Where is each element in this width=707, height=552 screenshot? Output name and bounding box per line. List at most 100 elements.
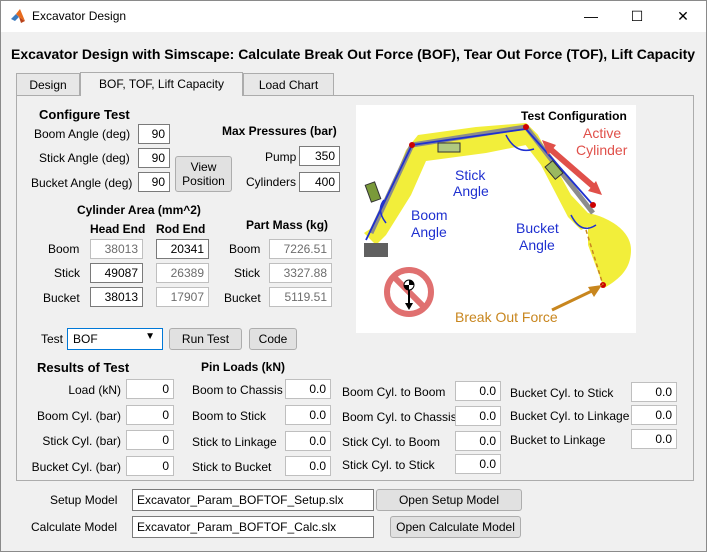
open-calculate-model-button[interactable]: Open Calculate Model: [390, 516, 521, 538]
result-label-boom-cyl: Boom Cyl. (bar): [36, 409, 121, 423]
bucket-angle-input[interactable]: 90: [138, 172, 170, 192]
chevron-down-icon: ▼: [145, 331, 155, 342]
open-setup-model-button[interactable]: Open Setup Model: [376, 489, 522, 511]
result-label-stick-cyl: Stick Cyl. (bar): [42, 434, 121, 448]
pin-value-bucketcyl-linkage: 0.0: [631, 405, 677, 425]
view-position-label-2: Position: [182, 174, 225, 188]
app-window: Excavator Design — ☐ ✕ Excavator Design …: [0, 0, 707, 552]
maximize-button[interactable]: ☐: [614, 1, 660, 32]
active-label-1: Active: [583, 125, 622, 141]
bucket-shape: [588, 213, 631, 288]
pin-label-stickcyl-boom: Stick Cyl. to Boom: [342, 435, 441, 449]
test-configuration-figure: Test Configuration Active Cylinder Stick…: [356, 105, 636, 333]
pin-label-boom-chassis: Boom to Chassis: [192, 383, 283, 397]
pin-value-boom-stick: 0.0: [285, 405, 331, 425]
tab-bof-tof-lift[interactable]: BOF, TOF, Lift Capacity: [80, 72, 243, 96]
bucket-mass-field: 5119.51: [269, 287, 332, 307]
stick-angle-label-1: Stick: [455, 167, 486, 183]
pin-label-boomcyl-chassis: Boom Cyl. to Chassis: [342, 410, 457, 424]
view-position-button[interactable]: View Position: [175, 156, 232, 192]
stick-angle-label: Stick Angle (deg): [39, 151, 130, 165]
boom-angle-input[interactable]: 90: [138, 124, 170, 144]
pin-label-bucketcyl-linkage: Bucket Cyl. to Linkage: [510, 409, 630, 423]
boom-angle-label-2: Angle: [411, 224, 447, 240]
boom-angle-label: Boom Angle (deg): [34, 127, 131, 141]
boom-rod-area-input[interactable]: 20341: [156, 239, 209, 259]
stick-mass-label: Stick: [234, 266, 261, 280]
result-label-bucket-cyl: Bucket Cyl. (bar): [31, 460, 121, 474]
bucket-area-label: Bucket: [43, 291, 80, 305]
cylinders-pressure-input[interactable]: 400: [299, 172, 340, 192]
rod-end-header: Rod End: [156, 222, 206, 236]
bucket-rod-area-field: 17907: [156, 287, 209, 307]
figure-title: Test Configuration: [521, 109, 627, 123]
boom-mass-field: 7226.51: [269, 239, 332, 259]
boom-mass-label: Boom: [229, 242, 261, 256]
cylinder-area-title: Cylinder Area (mm^2): [77, 203, 201, 217]
title-bar: Excavator Design — ☐ ✕: [1, 1, 706, 32]
stick-angle-input[interactable]: 90: [138, 148, 170, 168]
close-button[interactable]: ✕: [660, 1, 706, 32]
result-label-load: Load (kN): [68, 383, 121, 397]
result-value-stick-cyl: 0: [126, 430, 174, 450]
calculate-model-label: Calculate Model: [31, 520, 118, 534]
pin-label-bucketcyl-stick: Bucket Cyl. to Stick: [510, 386, 614, 400]
pin-label-boomcyl-boom: Boom Cyl. to Boom: [342, 385, 446, 399]
pin-value-boom-chassis: 0.0: [285, 379, 331, 399]
part-mass-title: Part Mass (kg): [246, 218, 329, 232]
boom-cylinder: [364, 181, 382, 203]
boom-angle-label-1: Boom: [411, 207, 448, 223]
matlab-app-icon: [10, 8, 26, 24]
pin-label-stick-linkage: Stick to Linkage: [192, 435, 277, 449]
stick-angle-label-2: Angle: [453, 183, 489, 199]
test-type-dropdown[interactable]: BOF ▼: [67, 328, 163, 350]
pin-value-bucket-linkage: 0.0: [631, 429, 677, 449]
pin-value-stickcyl-boom: 0.0: [455, 431, 501, 451]
break-out-force-label: Break Out Force: [455, 309, 558, 325]
stick-head-area-input[interactable]: 49087: [90, 263, 143, 283]
calculate-model-input[interactable]: Excavator_Param_BOFTOF_Calc.slx: [132, 516, 374, 538]
pump-label: Pump: [265, 150, 297, 164]
result-value-boom-cyl: 0: [126, 405, 174, 425]
test-type-selected: BOF: [73, 332, 98, 346]
max-pressures-title: Max Pressures (bar): [222, 124, 337, 138]
active-label-2: Cylinder: [576, 142, 628, 158]
test-label: Test: [41, 332, 64, 346]
setup-model-input[interactable]: Excavator_Param_BOFTOF_Setup.slx: [132, 489, 374, 511]
code-button[interactable]: Code: [249, 328, 297, 350]
pin-loads-title: Pin Loads (kN): [201, 360, 286, 374]
pin-label-stick-bucket: Stick to Bucket: [192, 460, 272, 474]
break-out-force-arrow: [551, 287, 597, 312]
pin-value-stick-linkage: 0.0: [285, 431, 331, 451]
boom-area-label: Boom: [48, 242, 80, 256]
pump-pressure-input[interactable]: 350: [299, 146, 340, 166]
pin-value-boomcyl-boom: 0.0: [455, 381, 501, 401]
pin-value-bucketcyl-stick: 0.0: [631, 382, 677, 402]
stick-rod-area-field: 26389: [156, 263, 209, 283]
bucket-angle-label-2: Angle: [519, 237, 555, 253]
results-title: Results of Test: [37, 360, 130, 375]
window-title: Excavator Design: [32, 9, 127, 23]
bucket-angle-label-1: Bucket: [516, 220, 559, 236]
run-test-button[interactable]: Run Test: [169, 328, 242, 350]
bucket-head-area-input[interactable]: 38013: [90, 287, 143, 307]
stick-area-label: Stick: [54, 266, 81, 280]
view-position-label-1: View: [190, 160, 217, 174]
tab-design[interactable]: Design: [16, 73, 80, 95]
page-heading: Excavator Design with Simscape: Calculat…: [11, 46, 696, 62]
chassis-block: [364, 243, 388, 257]
minimize-button[interactable]: —: [568, 1, 614, 32]
pin-value-stickcyl-stick: 0.0: [455, 454, 501, 474]
stick-cylinder: [437, 142, 461, 153]
head-end-header: Head End: [90, 222, 146, 236]
configure-test-title: Configure Test: [39, 107, 130, 122]
pin-value-stick-bucket: 0.0: [285, 456, 331, 476]
stick-mass-field: 3327.88: [269, 263, 332, 283]
result-value-bucket-cyl: 0: [126, 456, 174, 476]
result-value-load: 0: [126, 379, 174, 399]
setup-model-label: Setup Model: [50, 493, 118, 507]
pin-label-bucket-linkage: Bucket to Linkage: [510, 433, 606, 447]
boom-head-area-field: 38013: [90, 239, 143, 259]
tab-load-chart[interactable]: Load Chart: [243, 73, 334, 95]
cylinders-label: Cylinders: [246, 175, 297, 189]
